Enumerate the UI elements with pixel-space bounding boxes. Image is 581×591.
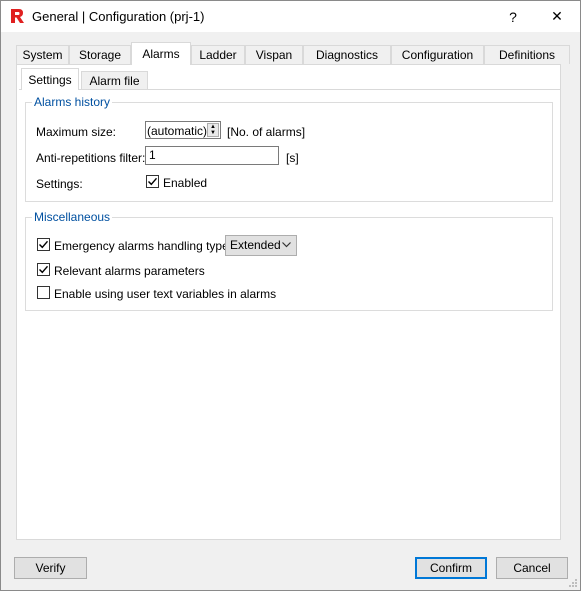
enabled-label: Enabled	[163, 176, 208, 190]
anti-repetitions-input[interactable]: 1	[145, 146, 279, 165]
relevant-params-checkbox[interactable]	[37, 263, 50, 276]
settings-label: Settings:	[36, 177, 83, 191]
tab-alarms[interactable]: Alarms	[131, 42, 191, 65]
checkmark-icon	[148, 177, 158, 186]
chevron-down-icon	[282, 242, 291, 248]
close-button[interactable]: ✕	[534, 1, 580, 32]
enabled-checkbox[interactable]	[146, 175, 159, 188]
emergency-alarms-checkbox[interactable]	[37, 238, 50, 251]
app-logo-icon	[11, 9, 24, 23]
tab-label: Configuration	[401, 48, 474, 62]
anti-repetitions-label: Anti-repetitions filter:	[36, 151, 146, 165]
tab-label: Ladder	[199, 48, 237, 62]
max-size-value: (automatic)	[147, 124, 208, 138]
tab-label: System	[22, 48, 63, 62]
tab-label: Vispan	[255, 48, 293, 62]
max-size-label: Maximum size:	[36, 125, 117, 139]
tab-storage[interactable]: Storage	[69, 45, 131, 64]
tab-configuration[interactable]: Configuration	[391, 45, 484, 64]
subtab-settings[interactable]: Settings	[21, 68, 79, 90]
alarms-history-title: Alarms history	[32, 95, 113, 109]
tab-diagnostics[interactable]: Diagnostics	[303, 45, 391, 64]
subtab-label: Alarm file	[89, 73, 140, 88]
checkmark-icon	[39, 265, 49, 274]
emergency-alarms-label: Emergency alarms handling type:	[54, 239, 233, 253]
relevant-params-label: Relevant alarms parameters	[54, 264, 205, 278]
emergency-type-value: Extended	[230, 238, 281, 252]
max-size-unit: [No. of alarms]	[227, 125, 306, 139]
miscellaneous-title: Miscellaneous	[32, 210, 113, 224]
anti-repetitions-unit: [s]	[286, 151, 299, 165]
tab-vispan[interactable]: Vispan	[245, 45, 303, 64]
tab-label: Alarms	[142, 47, 180, 61]
checkmark-icon	[39, 240, 49, 249]
help-button[interactable]: ?	[490, 1, 536, 32]
user-text-variables-label: Enable using user text variables in alar…	[54, 287, 277, 301]
close-icon: ✕	[551, 8, 563, 24]
tab-definitions[interactable]: Definitions	[484, 45, 570, 64]
tab-label: Definitions	[498, 48, 556, 62]
subtab-label: Settings	[28, 72, 72, 87]
resize-grip-icon[interactable]	[568, 578, 578, 588]
configuration-dialog: General | Configuration (prj-1) ? ✕ Syst…	[0, 0, 581, 591]
title-bar: General | Configuration (prj-1) ? ✕	[1, 1, 580, 32]
tab-ladder[interactable]: Ladder	[191, 45, 245, 64]
help-icon: ?	[509, 8, 517, 25]
max-size-spinbox[interactable]: (automatic) ▲ ▼	[145, 121, 221, 139]
window-title: General | Configuration (prj-1)	[32, 9, 205, 24]
tab-label: Storage	[78, 48, 122, 62]
user-text-variables-checkbox[interactable]	[37, 286, 50, 299]
spin-arrows-icon[interactable]: ▲ ▼	[207, 123, 219, 137]
subtab-alarm-file[interactable]: Alarm file	[81, 71, 148, 89]
cancel-button[interactable]: Cancel	[496, 557, 568, 579]
verify-button[interactable]: Verify	[14, 557, 87, 579]
tab-label: Diagnostics	[315, 48, 379, 62]
tab-system[interactable]: System	[16, 45, 69, 64]
emergency-type-select[interactable]: Extended	[225, 235, 297, 256]
confirm-button[interactable]: Confirm	[415, 557, 487, 579]
